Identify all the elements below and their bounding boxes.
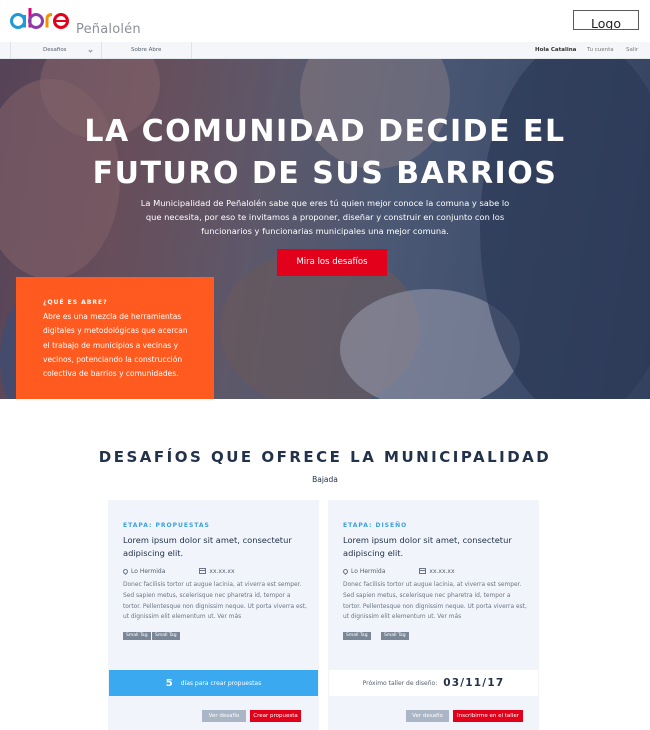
user-greeting: Hola Catalina <box>535 47 577 53</box>
hero-title-line: FUTURO DE SUS BARRIOS <box>92 156 558 191</box>
view-challenge-button[interactable]: Ver desafío <box>406 710 449 722</box>
small-tag[interactable]: Small Tag <box>343 632 371 640</box>
view-challenges-button[interactable]: Mira los desafíos <box>277 249 387 276</box>
logout-link[interactable]: Salir <box>626 42 638 59</box>
challenge-title[interactable]: Lorem ipsum dolor sit amet, consectetur … <box>343 534 528 560</box>
calendar-icon <box>419 568 427 574</box>
hero-title-line: LA COMUNIDAD DECIDE EL <box>84 114 566 149</box>
create-proposal-button[interactable]: Crear propuesta <box>250 710 301 722</box>
abre-logo[interactable] <box>10 5 72 31</box>
abre-logo-icon <box>10 8 69 29</box>
chevron-down-icon[interactable] <box>88 48 93 53</box>
challenge-card: ETAPA: PROPUESTAS Lorem ipsum dolor sit … <box>108 500 319 730</box>
about-abre-box: ¿QUÉ ES ABRE? Abre es una mezcla de herr… <box>16 277 214 399</box>
challenge-date: xx.xx.xx <box>209 567 235 575</box>
about-abre-heading: ¿QUÉ ES ABRE? <box>43 299 108 306</box>
challenge-meta: Lo Hermida xx.xx.xx <box>341 566 455 576</box>
challenge-description: Donec facilisis tortor ut augue lacinia,… <box>343 582 527 621</box>
location-pin-icon <box>121 567 130 575</box>
next-workshop-label: Próximo taller de diseño: <box>362 679 438 687</box>
challenge-title[interactable]: Lorem ipsum dolor sit amet, consectetur … <box>123 534 308 560</box>
stage-label: ETAPA: PROPUESTAS <box>123 522 210 529</box>
challenge-date: xx.xx.xx <box>429 567 455 575</box>
days-remaining-number: 5 <box>165 677 173 689</box>
days-remaining-bar: 5 días para crear propuestas <box>109 670 318 696</box>
about-abre-text: Abre es una mezcla de herramientas digit… <box>43 312 188 379</box>
stage-label: ETAPA: DISEÑO <box>343 522 408 529</box>
days-remaining-label: días para crear propuestas <box>180 679 262 687</box>
navigation-bar: Desafios Sobre Abre Hola Catalina Tu cue… <box>0 42 650 59</box>
hero-banner: LA COMUNIDAD DECIDE EL FUTURO DE SUS BAR… <box>0 59 650 399</box>
nav-desafios-dropdown[interactable]: Desafios <box>43 42 67 59</box>
account-link[interactable]: Tu cuenta <box>587 42 614 59</box>
logo-subtitle: Peñalolén <box>76 22 141 37</box>
nav-divider <box>10 42 11 59</box>
calendar-icon <box>199 568 207 574</box>
challenge-location: Lo Hermida <box>351 567 386 575</box>
small-tag[interactable]: Small Tag <box>152 632 180 640</box>
challenge-location: Lo Hermida <box>131 567 166 575</box>
view-challenge-button[interactable]: Ver desafío <box>202 710 246 722</box>
hero-description: La Municipalidad de Peñalolén sabe que e… <box>140 198 510 236</box>
municipality-logo-placeholder: Logo Muni <box>573 10 639 30</box>
nav-divider <box>191 42 192 59</box>
register-workshop-button[interactable]: Inscribirme en el taller <box>453 710 523 722</box>
section-title: DESAFÍOS QUE OFRECE LA MUNICIPALIDAD <box>98 448 552 466</box>
small-tag[interactable]: Small Tag <box>123 632 151 640</box>
challenge-meta: Lo Hermida xx.xx.xx <box>121 566 235 576</box>
challenge-description: Donec facilisis tortor ut augue lacinia,… <box>123 582 307 621</box>
hero-title: LA COMUNIDAD DECIDE EL FUTURO DE SUS BAR… <box>0 111 650 195</box>
location-pin-icon <box>341 567 350 575</box>
section-subtitle: Bajada <box>312 475 338 484</box>
top-header: Peñalolén Logo Muni <box>0 0 650 42</box>
next-workshop-bar: Próximo taller de diseño: 03/11/17 <box>329 670 538 696</box>
nav-divider <box>101 42 102 59</box>
challenge-card: ETAPA: DISEÑO Lorem ipsum dolor sit amet… <box>328 500 539 730</box>
next-workshop-date: 03/11/17 <box>443 677 505 689</box>
small-tag[interactable]: Small Tag <box>381 632 409 640</box>
nav-sobre-abre[interactable]: Sobre Abre <box>131 42 161 59</box>
